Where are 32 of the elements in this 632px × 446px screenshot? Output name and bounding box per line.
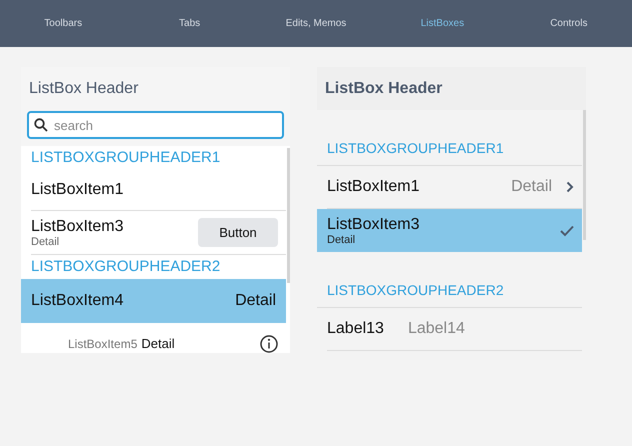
listbox-header: ListBox Header: [28, 79, 140, 99]
item-label: ListBoxItem1: [31, 181, 124, 199]
item-detail: Detail: [235, 292, 276, 310]
nav-tab[interactable]: Tabs: [126, 18, 253, 29]
item-detail: Detail: [511, 178, 552, 196]
item-label: ListBoxItem3: [327, 216, 420, 234]
listbox-header: ListBox Header: [317, 67, 586, 110]
group-header: LISTBOXGROUPHEADER2: [30, 257, 222, 277]
item-label: ListBoxItem1: [327, 178, 420, 196]
group-header: LISTBOXGROUPHEADER1: [30, 148, 222, 168]
group-header: LISTBOXGROUPHEADER2: [317, 252, 582, 308]
item-detail: Label14: [408, 320, 465, 338]
group-header: LISTBOXGROUPHEADER1: [317, 110, 582, 166]
item-label: ListBoxItem4: [31, 292, 124, 310]
item-detail: Detail: [141, 336, 175, 351]
item-label: Label13: [327, 320, 384, 338]
item-detail: Detail: [327, 234, 356, 246]
item-detail: Detail: [31, 236, 60, 248]
nav-tab[interactable]: Edits, Memos: [252, 18, 380, 29]
nav-tab[interactable]: Controls: [506, 18, 632, 29]
list-item[interactable]: ListBoxItem4 Detail: [21, 279, 286, 323]
list-item[interactable]: ListBoxItem3 Detail: [317, 209, 582, 252]
item-button[interactable]: Button: [198, 218, 278, 247]
item-label: ListBoxItem3: [31, 218, 124, 236]
nav-tab[interactable]: ListBoxes: [379, 18, 506, 29]
nav-tab[interactable]: Toolbars: [0, 18, 126, 29]
search-icon: [34, 118, 48, 132]
search-field[interactable]: search: [27, 111, 284, 139]
scrollbar[interactable]: [583, 110, 586, 240]
item-label: ListBoxItem5: [68, 336, 138, 350]
scrollbar[interactable]: [287, 148, 290, 283]
info-icon[interactable]: [260, 334, 278, 352]
